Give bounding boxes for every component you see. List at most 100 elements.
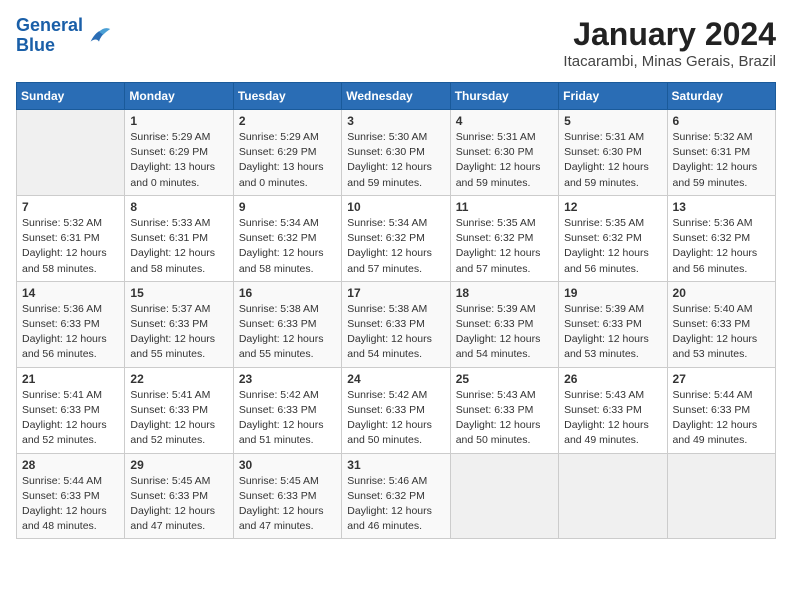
calendar-cell: 11Sunrise: 5:35 AMSunset: 6:32 PMDayligh… [450,195,558,281]
calendar-cell: 26 Sunrise: 5:43 AMSunset: 6:33 PMDayligh… [559,367,667,453]
day-info: Sunrise: 5:41 AMSunset: 6:33 PMDaylight:… [130,388,227,449]
calendar-cell [450,453,558,539]
calendar-cell: 24Sunrise: 5:42 AMSunset: 6:33 PMDayligh… [342,367,450,453]
day-number: 26 [564,372,661,386]
day-info: Sunrise: 5:31 AMSunset: 6:30 PMDaylight:… [456,130,553,191]
day-info: Sunrise: 5:35 AMSunset: 6:32 PMDaylight:… [564,216,661,277]
calendar-cell: 15 Sunrise: 5:37 AMSunset: 6:33 PMDayligh… [125,281,233,367]
calendar-cell: 21 Sunrise: 5:41 AMSunset: 6:33 PMDayligh… [17,367,125,453]
calendar-body: 1 Sunrise: 5:29 AMSunset: 6:29 PMDaylight… [17,110,776,539]
weekday-header-tuesday: Tuesday [233,83,341,110]
day-number: 23 [239,372,336,386]
day-info: Sunrise: 5:34 AMSunset: 6:32 PMDaylight:… [239,216,336,277]
day-number: 24 [347,372,444,386]
calendar-cell: 5Sunrise: 5:31 AMSunset: 6:30 PMDaylight… [559,110,667,196]
calendar-cell: 22Sunrise: 5:41 AMSunset: 6:33 PMDayligh… [125,367,233,453]
calendar-cell: 23 Sunrise: 5:42 AMSunset: 6:33 PMDayligh… [233,367,341,453]
calendar-cell: 20 Sunrise: 5:40 AMSunset: 6:33 PMDayligh… [667,281,775,367]
day-number: 4 [456,114,553,128]
day-number: 1 [130,114,227,128]
day-number: 3 [347,114,444,128]
calendar-cell: 4 Sunrise: 5:31 AMSunset: 6:30 PMDaylight… [450,110,558,196]
day-info: Sunrise: 5:46 AMSunset: 6:32 PMDaylight:… [347,474,444,535]
day-info: Sunrise: 5:45 AMSunset: 6:33 PMDaylight:… [239,474,336,535]
weekday-header-sunday: Sunday [17,83,125,110]
day-number: 28 [22,458,119,472]
logo-bird-icon [85,22,113,50]
calendar-cell [17,110,125,196]
day-info: Sunrise: 5:44 AMSunset: 6:33 PMDaylight:… [22,474,119,535]
day-info: Sunrise: 5:32 AMSunset: 6:31 PMDaylight:… [673,130,770,191]
calendar-cell: 30Sunrise: 5:45 AMSunset: 6:33 PMDayligh… [233,453,341,539]
calendar-cell: 31 Sunrise: 5:46 AMSunset: 6:32 PMDayligh… [342,453,450,539]
calendar-cell: 7Sunrise: 5:32 AMSunset: 6:31 PMDaylight… [17,195,125,281]
weekday-row: SundayMondayTuesdayWednesdayThursdayFrid… [17,83,776,110]
weekday-header-saturday: Saturday [667,83,775,110]
day-number: 25 [456,372,553,386]
week-row-3: 14 Sunrise: 5:36 AMSunset: 6:33 PMDayligh… [17,281,776,367]
day-number: 5 [564,114,661,128]
day-number: 8 [130,200,227,214]
week-row-1: 1 Sunrise: 5:29 AMSunset: 6:29 PMDaylight… [17,110,776,196]
calendar-cell: 3 Sunrise: 5:30 AMSunset: 6:30 PMDaylight… [342,110,450,196]
weekday-header-friday: Friday [559,83,667,110]
calendar-cell: 9 Sunrise: 5:34 AMSunset: 6:32 PMDaylight… [233,195,341,281]
calendar-cell: 29 Sunrise: 5:45 AMSunset: 6:33 PMDayligh… [125,453,233,539]
day-info: Sunrise: 5:42 AMSunset: 6:33 PMDaylight:… [239,388,336,449]
day-info: Sunrise: 5:43 AMSunset: 6:33 PMDaylight:… [456,388,553,449]
day-info: Sunrise: 5:43 AMSunset: 6:33 PMDaylight:… [564,388,661,449]
weekday-header-thursday: Thursday [450,83,558,110]
day-info: Sunrise: 5:40 AMSunset: 6:33 PMDaylight:… [673,302,770,363]
day-number: 27 [673,372,770,386]
calendar-cell: 25 Sunrise: 5:43 AMSunset: 6:33 PMDayligh… [450,367,558,453]
calendar-cell: 6 Sunrise: 5:32 AMSunset: 6:31 PMDaylight… [667,110,775,196]
day-info: Sunrise: 5:39 AMSunset: 6:33 PMDaylight:… [564,302,661,363]
day-number: 29 [130,458,227,472]
weekday-header-wednesday: Wednesday [342,83,450,110]
day-info: Sunrise: 5:36 AMSunset: 6:33 PMDaylight:… [22,302,119,363]
calendar-cell: 8 Sunrise: 5:33 AMSunset: 6:31 PMDaylight… [125,195,233,281]
calendar-cell: 28 Sunrise: 5:44 AMSunset: 6:33 PMDayligh… [17,453,125,539]
calendar-cell: 27 Sunrise: 5:44 AMSunset: 6:33 PMDayligh… [667,367,775,453]
day-info: Sunrise: 5:36 AMSunset: 6:32 PMDaylight:… [673,216,770,277]
title-block: January 2024 Itacarambi, Minas Gerais, B… [563,16,776,70]
calendar-cell: 12 Sunrise: 5:35 AMSunset: 6:32 PMDayligh… [559,195,667,281]
day-info: Sunrise: 5:44 AMSunset: 6:33 PMDaylight:… [673,388,770,449]
day-info: Sunrise: 5:38 AMSunset: 6:33 PMDaylight:… [239,302,336,363]
day-info: Sunrise: 5:45 AMSunset: 6:33 PMDaylight:… [130,474,227,535]
day-number: 10 [347,200,444,214]
day-info: Sunrise: 5:37 AMSunset: 6:33 PMDaylight:… [130,302,227,363]
logo: General Blue [16,16,113,56]
calendar-cell: 16 Sunrise: 5:38 AMSunset: 6:33 PMDayligh… [233,281,341,367]
day-info: Sunrise: 5:41 AMSunset: 6:33 PMDaylight:… [22,388,119,449]
calendar-cell: 13 Sunrise: 5:36 AMSunset: 6:32 PMDayligh… [667,195,775,281]
day-info: Sunrise: 5:38 AMSunset: 6:33 PMDaylight:… [347,302,444,363]
day-number: 12 [564,200,661,214]
day-info: Sunrise: 5:30 AMSunset: 6:30 PMDaylight:… [347,130,444,191]
calendar-cell [667,453,775,539]
day-number: 13 [673,200,770,214]
day-info: Sunrise: 5:32 AMSunset: 6:31 PMDaylight:… [22,216,119,277]
day-number: 21 [22,372,119,386]
day-number: 15 [130,286,227,300]
day-info: Sunrise: 5:35 AMSunset: 6:32 PMDaylight:… [456,216,553,277]
calendar-cell [559,453,667,539]
week-row-5: 28 Sunrise: 5:44 AMSunset: 6:33 PMDayligh… [17,453,776,539]
calendar-header: SundayMondayTuesdayWednesdayThursdayFrid… [17,83,776,110]
day-number: 31 [347,458,444,472]
day-number: 20 [673,286,770,300]
calendar-cell: 18Sunrise: 5:39 AMSunset: 6:33 PMDayligh… [450,281,558,367]
day-number: 6 [673,114,770,128]
calendar-cell: 10Sunrise: 5:34 AMSunset: 6:32 PMDayligh… [342,195,450,281]
day-number: 16 [239,286,336,300]
logo-text: General Blue [16,16,83,56]
calendar-table: SundayMondayTuesdayWednesdayThursdayFrid… [16,82,776,539]
week-row-4: 21 Sunrise: 5:41 AMSunset: 6:33 PMDayligh… [17,367,776,453]
day-number: 14 [22,286,119,300]
calendar-cell: 1Sunrise: 5:29 AMSunset: 6:29 PMDaylight… [125,110,233,196]
day-info: Sunrise: 5:33 AMSunset: 6:31 PMDaylight:… [130,216,227,277]
day-number: 9 [239,200,336,214]
calendar-cell: 17Sunrise: 5:38 AMSunset: 6:33 PMDayligh… [342,281,450,367]
day-info: Sunrise: 5:29 AMSunset: 6:29 PMDaylight:… [239,130,336,191]
page-header: General Blue January 2024 Itacarambi, Mi… [16,16,776,70]
